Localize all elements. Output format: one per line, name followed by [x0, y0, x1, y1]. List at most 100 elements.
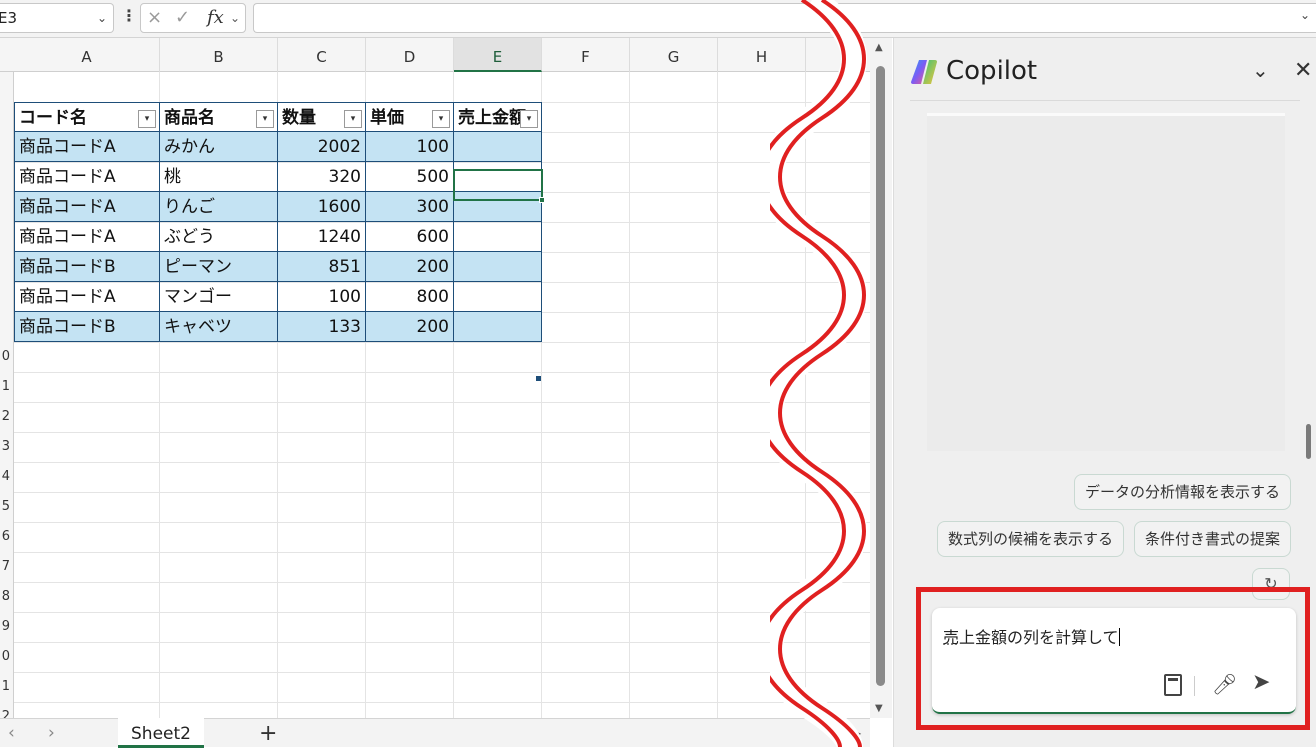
row-header[interactable]: 6 — [0, 522, 14, 552]
chevron-down-icon[interactable]: ⌄ — [230, 11, 240, 25]
table-cell[interactable]: みかん — [160, 132, 278, 162]
table-cell[interactable]: 1240 — [278, 222, 366, 252]
row-header[interactable]: 1 — [0, 672, 14, 702]
column-header-b[interactable]: B — [160, 38, 278, 72]
row-header[interactable]: 7 — [0, 552, 14, 582]
chevron-left-icon[interactable]: ‹ — [8, 723, 15, 743]
table-cell[interactable]: 800 — [366, 282, 454, 312]
suggestion-chip-conditional-format[interactable]: 条件付き書式の提案 — [1134, 521, 1291, 557]
table-cell[interactable]: 100 — [278, 282, 366, 312]
row-header[interactable]: 0 — [0, 642, 14, 672]
row-header[interactable]: 5 — [0, 492, 14, 522]
header-label: 数量 — [282, 108, 316, 128]
copilot-logo-icon — [910, 58, 938, 86]
table-cell[interactable] — [454, 312, 542, 342]
header-divider — [910, 100, 1300, 101]
table-cell[interactable]: 133 — [278, 312, 366, 342]
active-cell-selection[interactable] — [453, 169, 543, 201]
filter-dropdown-icon[interactable]: ▾ — [138, 110, 156, 128]
table-cell[interactable] — [454, 252, 542, 282]
table-cell[interactable]: 商品コードA — [14, 162, 160, 192]
suggestion-chip-formula-columns[interactable]: 数式列の候補を表示する — [937, 521, 1124, 557]
row-header[interactable]: 2 — [0, 702, 14, 718]
sheet-tab-active[interactable]: Sheet2 — [118, 718, 204, 748]
table-resize-handle[interactable] — [536, 376, 541, 381]
pane-scrollbar-thumb[interactable] — [1306, 424, 1311, 459]
column-header-g[interactable]: G — [630, 38, 718, 72]
insert-function-icon[interactable]: fx — [207, 7, 224, 28]
table-cell[interactable] — [454, 132, 542, 162]
column-header-c[interactable]: C — [278, 38, 366, 72]
filter-dropdown-icon[interactable]: ▾ — [344, 110, 362, 128]
red-highlight-box — [916, 587, 1310, 730]
header-label: 単価 — [370, 108, 404, 128]
enter-icon[interactable]: ✓ — [175, 7, 190, 28]
table-cell[interactable]: 商品コードB — [14, 252, 160, 282]
table-cell[interactable]: 商品コードA — [14, 222, 160, 252]
sheet-tab-bar: ‹ › Sheet2 + ▶ — [0, 718, 870, 747]
table-cell[interactable]: 商品コードB — [14, 312, 160, 342]
close-icon[interactable]: ✕ — [1294, 58, 1312, 83]
table-cell[interactable]: 1600 — [278, 192, 366, 222]
row-header[interactable]: 3 — [0, 432, 14, 462]
row-header[interactable]: 2 — [0, 402, 14, 432]
table-cell[interactable]: 2002 — [278, 132, 366, 162]
more-options-icon[interactable]: ⋮ — [121, 6, 137, 25]
suggestion-chip-analysis[interactable]: データの分析情報を表示する — [1074, 474, 1291, 510]
table-cell[interactable]: マンゴー — [160, 282, 278, 312]
filter-dropdown-icon[interactable]: ▾ — [520, 110, 538, 128]
row-header[interactable]: 1 — [0, 372, 14, 402]
row-header[interactable]: 0 — [0, 342, 14, 372]
table-cell[interactable]: 300 — [366, 192, 454, 222]
expand-formula-icon[interactable]: ⌄ — [1300, 8, 1310, 22]
wave-separator — [770, 0, 880, 747]
spreadsheet-grid[interactable]: A B C D E F G H 0 1 2 3 4 5 6 7 8 9 0 1 … — [0, 38, 870, 718]
table-header-cell[interactable]: 単価 ▾ — [366, 102, 454, 132]
table-cell[interactable]: 100 — [366, 132, 454, 162]
cancel-icon[interactable]: × — [147, 7, 162, 28]
table-cell[interactable]: 851 — [278, 252, 366, 282]
table-cell[interactable]: りんご — [160, 192, 278, 222]
chevron-down-icon[interactable]: ⌄ — [1252, 58, 1269, 82]
table-cell[interactable]: 商品コードA — [14, 132, 160, 162]
table-cell[interactable]: 500 — [366, 162, 454, 192]
table-header-cell[interactable]: 数量 ▾ — [278, 102, 366, 132]
column-header-a[interactable]: A — [14, 38, 160, 72]
table-header-cell[interactable]: 売上金額 ▾ — [454, 102, 542, 132]
header-label: コード名 — [19, 108, 87, 128]
filter-dropdown-icon[interactable]: ▾ — [432, 110, 450, 128]
table-header-cell[interactable]: コード名 ▾ — [14, 102, 160, 132]
table-cell[interactable]: ピーマン — [160, 252, 278, 282]
row-header[interactable]: 9 — [0, 612, 14, 642]
row-headers: 0 1 2 3 4 5 6 7 8 9 0 1 2 — [0, 72, 14, 718]
table-header-cell[interactable]: 商品名 ▾ — [160, 102, 278, 132]
header-label: 売上金額 — [458, 108, 526, 128]
name-box[interactable]: E3 ⌄ — [0, 3, 114, 33]
column-header-e[interactable]: E — [454, 38, 542, 72]
table-cell[interactable]: 320 — [278, 162, 366, 192]
table-cell[interactable]: 200 — [366, 312, 454, 342]
chevron-down-icon[interactable]: ⌄ — [97, 4, 107, 32]
table-cell[interactable] — [454, 282, 542, 312]
row-header[interactable]: 8 — [0, 582, 14, 612]
table-cell[interactable]: 桃 — [160, 162, 278, 192]
formula-bar: E3 ⌄ ⋮ × ✓ fx ⌄ ⌄ — [0, 0, 1316, 38]
table-cell[interactable] — [454, 222, 542, 252]
table-cell[interactable]: 200 — [366, 252, 454, 282]
chevron-right-icon[interactable]: › — [48, 723, 55, 743]
table-cell[interactable]: ぶどう — [160, 222, 278, 252]
table-cell[interactable]: 商品コードA — [14, 282, 160, 312]
copilot-pane: Copilot ⌄ ✕ データの分析情報を表示する 数式列の候補を表示する 条件… — [893, 38, 1316, 747]
column-header-d[interactable]: D — [366, 38, 454, 72]
row-header[interactable]: 4 — [0, 462, 14, 492]
fill-handle[interactable] — [539, 197, 545, 203]
filter-dropdown-icon[interactable]: ▾ — [256, 110, 274, 128]
table-cell[interactable]: キャベツ — [160, 312, 278, 342]
table-cell[interactable]: 商品コードA — [14, 192, 160, 222]
table-cell[interactable]: 600 — [366, 222, 454, 252]
add-sheet-icon[interactable]: + — [259, 721, 277, 746]
copilot-title: Copilot — [946, 56, 1037, 86]
name-box-value: E3 — [0, 4, 17, 32]
response-card — [927, 113, 1285, 451]
column-header-f[interactable]: F — [542, 38, 630, 72]
